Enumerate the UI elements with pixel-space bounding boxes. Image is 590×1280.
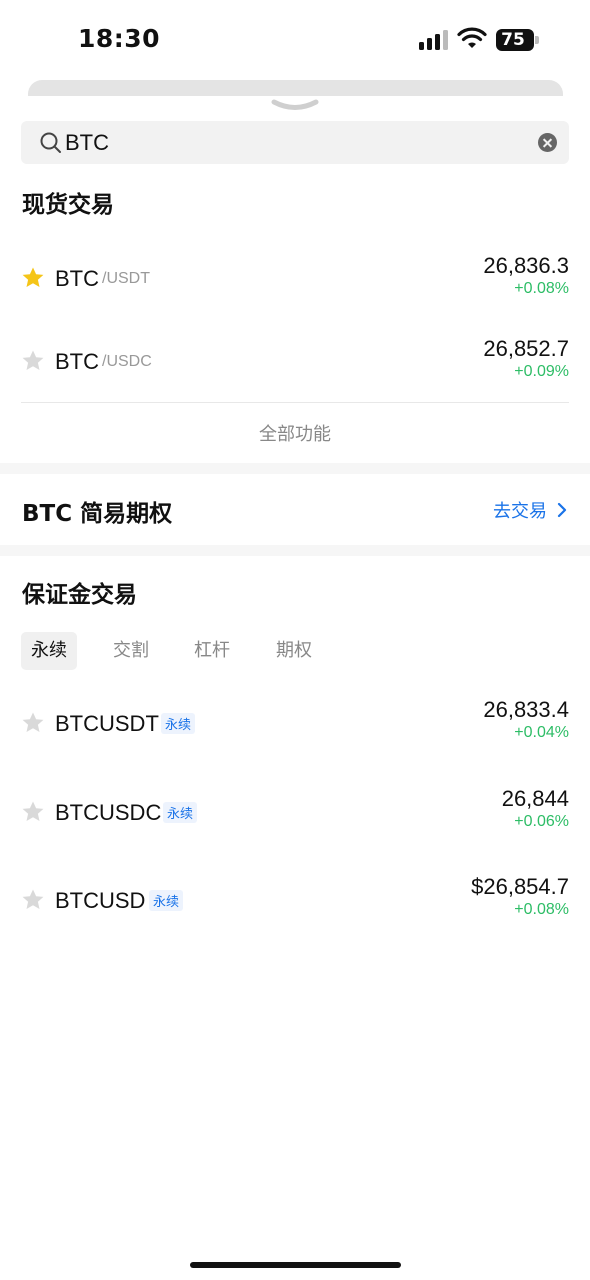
spot-section-title: 现货交易 <box>22 192 114 218</box>
spot-row-btc-usdc[interactable]: BTC /USDC 26,852.7 +0.09% <box>0 321 590 401</box>
star-icon[interactable] <box>21 888 45 912</box>
section-separator <box>0 463 590 474</box>
perpetual-badge: 永续 <box>161 713 196 734</box>
options-section-title: BTC 简易期权 <box>22 501 173 527</box>
sheet-background <box>28 80 563 96</box>
star-icon[interactable] <box>21 349 45 373</box>
status-bar: 18:30 75 <box>0 0 590 80</box>
margin-row-btcusdc[interactable]: BTCUSDC 永续 26,844 +0.06% <box>0 771 590 851</box>
status-time: 18:30 <box>78 24 161 53</box>
home-indicator[interactable] <box>190 1262 401 1268</box>
last-price: 26,844 <box>501 786 569 811</box>
pair-base: BTC <box>55 266 99 291</box>
last-price: 26,833.4 <box>483 697 569 722</box>
price-change: +0.09% <box>514 363 569 380</box>
tab-futures[interactable]: 交割 <box>103 632 159 670</box>
price-change: +0.08% <box>514 901 569 918</box>
battery-level: 75 <box>501 30 525 50</box>
pair-base: BTC <box>55 349 99 374</box>
tab-leverage[interactable]: 杠杆 <box>184 632 240 670</box>
margin-row-btcusd[interactable]: BTCUSD 永续 $26,854.7 +0.08% <box>0 859 590 939</box>
section-separator <box>0 545 590 556</box>
price-change: +0.06% <box>514 813 569 830</box>
pair-quote: /USDT <box>102 270 150 287</box>
chevron-right-icon[interactable] <box>556 501 568 519</box>
all-features-link[interactable]: 全部功能 <box>0 420 590 446</box>
tab-perpetual[interactable]: 永续 <box>21 632 77 670</box>
price-change: +0.04% <box>514 724 569 741</box>
last-price: 26,852.7 <box>483 336 569 361</box>
cellular-signal-icon <box>419 30 449 50</box>
last-price: 26,836.3 <box>483 253 569 278</box>
chevron-down-icon[interactable] <box>270 99 320 113</box>
margin-row-btcusdt[interactable]: BTCUSDT 永续 26,833.4 +0.04% <box>0 682 590 762</box>
divider <box>21 402 569 403</box>
perpetual-badge: 永续 <box>163 802 198 823</box>
go-trade-link[interactable]: 去交易 <box>493 497 547 523</box>
battery-icon: 75 <box>496 29 540 51</box>
star-icon[interactable] <box>21 800 45 824</box>
star-icon[interactable] <box>21 266 45 290</box>
tab-options[interactable]: 期权 <box>266 632 322 670</box>
search-bar[interactable] <box>21 121 569 164</box>
contract-name: BTCUSDC <box>55 800 162 825</box>
search-icon <box>40 132 61 153</box>
search-input[interactable] <box>65 126 505 159</box>
spot-row-btc-usdt[interactable]: BTC /USDT 26,836.3 +0.08% <box>0 238 590 318</box>
wifi-icon <box>457 27 487 48</box>
star-icon[interactable] <box>21 711 45 735</box>
margin-section-title: 保证金交易 <box>22 582 137 608</box>
last-price: $26,854.7 <box>471 874 569 899</box>
contract-name: BTCUSDT <box>55 711 159 736</box>
price-change: +0.08% <box>514 280 569 297</box>
perpetual-badge: 永续 <box>149 890 184 911</box>
clear-icon[interactable] <box>538 133 557 152</box>
pair-quote: /USDC <box>102 353 152 370</box>
contract-name: BTCUSD <box>55 888 146 913</box>
